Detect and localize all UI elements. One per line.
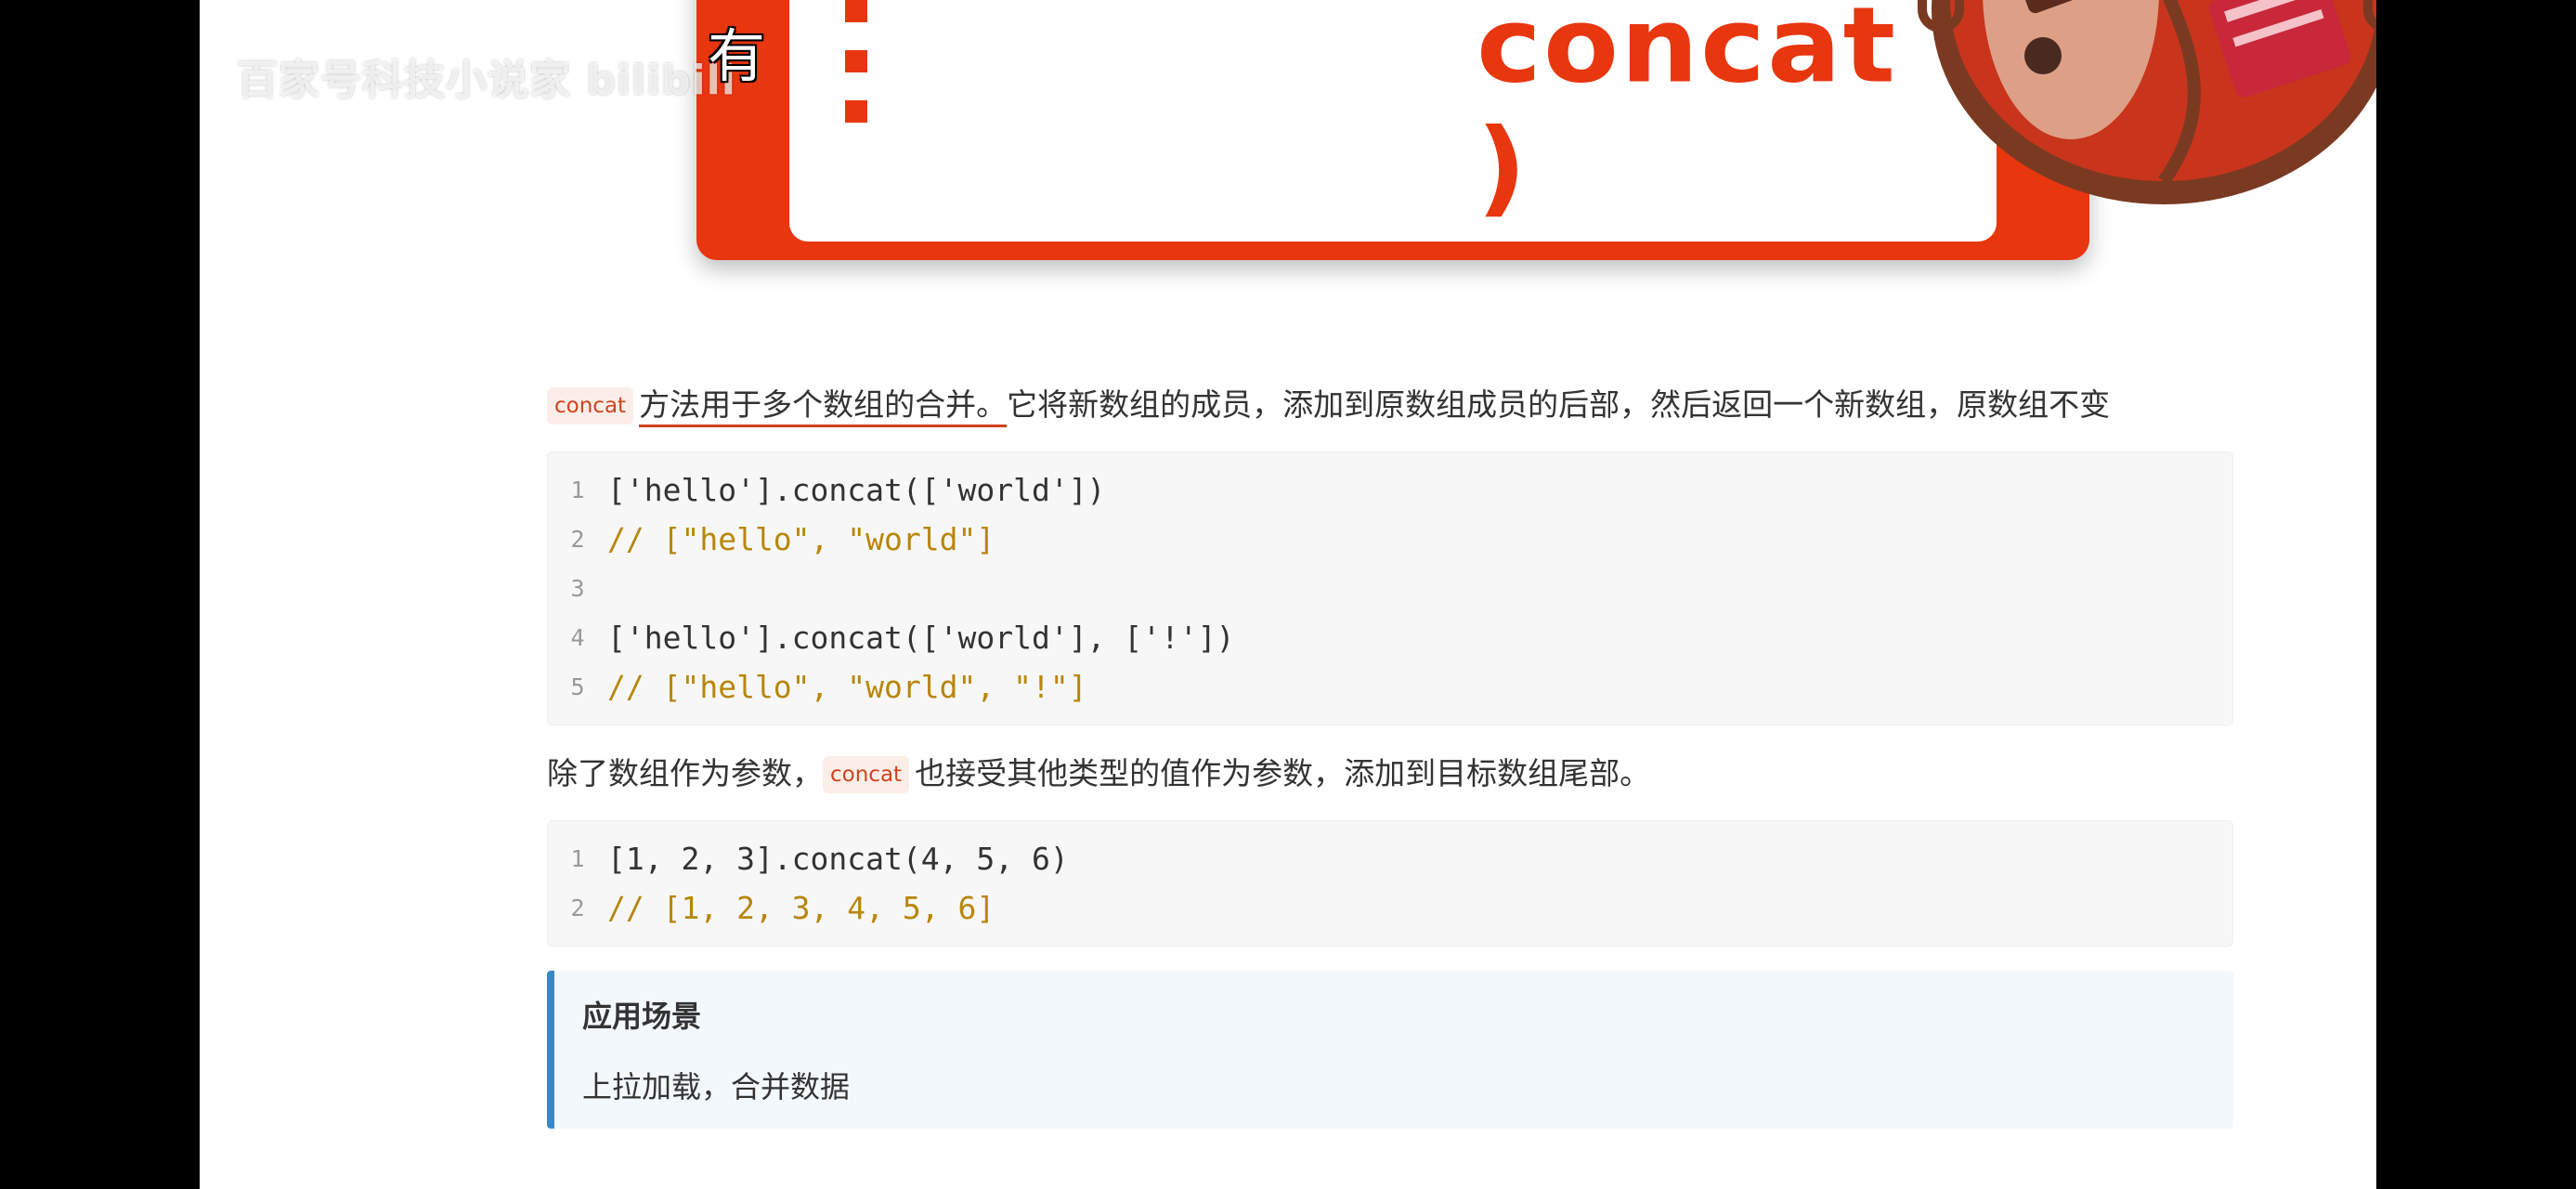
code-line: 5 // ["hello", "world", "!"] [548,662,2232,712]
underlined-text: 方法用于多个数组的合并。 [639,386,1008,423]
video-watermark: 百家号科技小说家 bilibili [237,57,736,104]
line-number: 3 [570,575,585,602]
code-line: 1 ['hello'].concat(['world']) [548,465,2232,515]
para2-after: 也接受其他类型的值作为参数，添加到目标数组尾部。 [915,755,1651,791]
line-number: 1 [570,845,585,872]
code-line: 3 [548,564,2232,613]
code-text: [1, 2, 3].concat(4, 5, 6) [607,841,1069,877]
article-body: concat 方法用于多个数组的合并。它将新数组的成员，添加到原数组成员的后部，然… [547,381,2233,1129]
code-text: ['hello'].concat(['world'], ['!']) [607,620,1235,656]
code-comment: // ["hello", "world"] [607,521,995,557]
callout-box: 应用场景 上拉加载，合并数据 [547,971,2233,1129]
code-line: 2 // ["hello", "world"] [548,515,2232,564]
inline-code-concat: concat [547,387,634,425]
para2-before: 除了数组作为参数， [547,755,823,791]
second-paragraph: 除了数组作为参数， concat 也接受其他类型的值作为参数，添加到目标数组尾部。 [547,750,2233,798]
line-number: 2 [570,895,585,921]
banner-card: concat ( ) [696,0,2376,260]
code-text: ['hello'].concat(['world']) [607,472,1106,508]
code-block-2: 1 [1, 2, 3].concat(4, 5, 6) 2 // [1, 2, … [547,820,2233,947]
line-number: 2 [570,526,585,553]
code-comment: // ["hello", "world", "!"] [607,669,1087,705]
code-line: 2 // [1, 2, 3, 4, 5, 6] [548,883,2232,933]
code-line: 1 [1, 2, 3].concat(4, 5, 6) [548,834,2232,883]
inline-code-concat: concat [823,756,910,793]
subtitle-caption: 有 [708,22,766,90]
hotpot-illustration [1918,0,2376,204]
code-comment: // [1, 2, 3, 4, 5, 6] [607,890,995,926]
code-block-1: 1 ['hello'].concat(['world']) 2 // ["hel… [547,451,2233,725]
intro-paragraph: concat 方法用于多个数组的合并。它将新数组的成员，添加到原数组成员的后部，然… [547,381,2233,429]
callout-title: 应用场景 [582,999,702,1034]
intro-rest: 它将新数组的成员，添加到原数组成员的后部，然后返回一个新数组，原数组不变 [1007,386,2111,423]
page-content: concat ( ) concat 方法用于多个数组的合并。它将新数组的成员，添加… [200,0,2376,1189]
line-number: 1 [570,477,585,503]
line-number: 4 [570,624,585,651]
callout-body: 上拉加载，合并数据 [582,1069,851,1104]
code-line: 4 ['hello'].concat(['world'], ['!']) [548,613,2232,662]
banner-inner: concat ( ) [789,0,1997,242]
line-number: 5 [570,673,585,700]
banner-dots [845,0,867,150]
